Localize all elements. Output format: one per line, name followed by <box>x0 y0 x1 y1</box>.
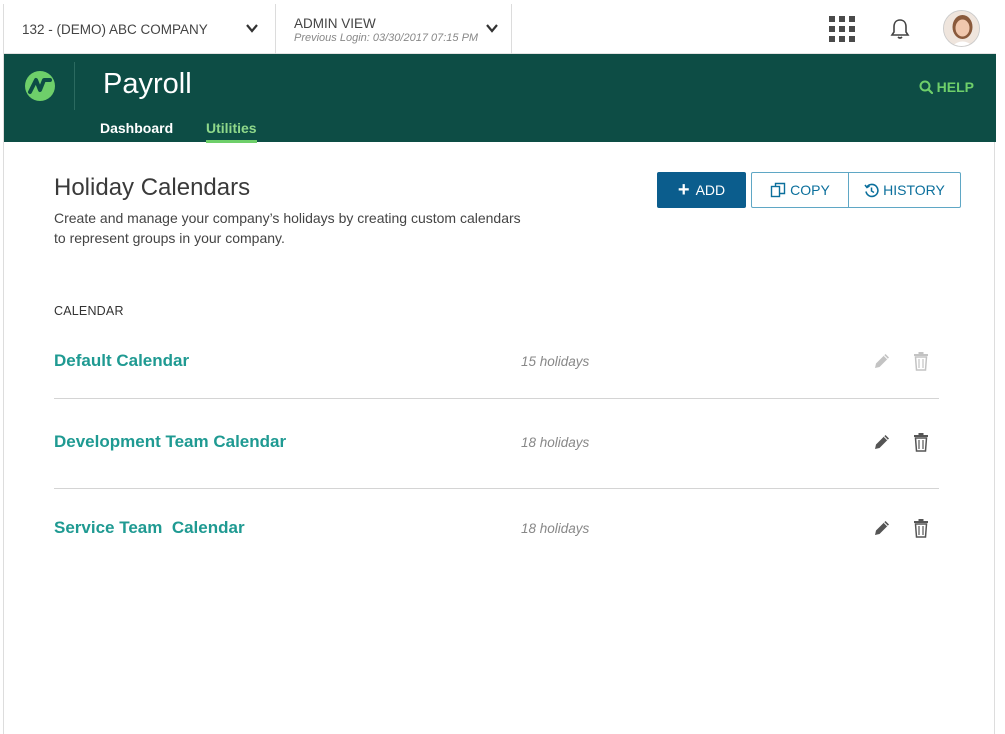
previous-login: Previous Login: 03/30/2017 07:15 PM <box>294 32 479 44</box>
copy-icon <box>770 182 786 198</box>
copy-button[interactable]: COPY <box>752 173 849 207</box>
help-link[interactable]: HELP <box>919 79 974 95</box>
calendar-name-link[interactable]: Default Calendar <box>54 351 189 371</box>
app-frame: 132 - (DEMO) ABC COMPANY ADMIN VIEW Prev… <box>3 4 996 734</box>
tab-dashboard[interactable]: Dashboard <box>100 120 173 136</box>
calendar-name-link[interactable]: Service Team Calendar <box>54 518 245 538</box>
holiday-count: 18 holidays <box>521 521 590 536</box>
trash-icon[interactable] <box>912 518 930 538</box>
history-button[interactable]: HISTORY <box>849 173 960 207</box>
header-divider <box>74 62 75 110</box>
column-header-calendar: CALENDAR <box>54 304 124 318</box>
company-name: 132 - (DEMO) ABC COMPANY <box>22 21 208 37</box>
page-description: Create and manage your company’s holiday… <box>54 210 521 246</box>
history-icon <box>864 183 879 197</box>
view-selector[interactable]: ADMIN VIEW Previous Login: 03/30/2017 07… <box>276 4 512 54</box>
list-item: Service Team Calendar 18 holidays <box>54 508 939 548</box>
history-label: HISTORY <box>883 182 945 198</box>
action-button-group: COPY HISTORY <box>751 172 961 208</box>
bell-icon[interactable] <box>890 18 910 40</box>
copy-label: COPY <box>790 182 830 198</box>
trash-icon[interactable] <box>912 432 930 452</box>
plus-icon: + <box>677 179 690 201</box>
list-item: Default Calendar 15 holidays <box>54 341 939 381</box>
company-selector[interactable]: 132 - (DEMO) ABC COMPANY <box>4 4 276 54</box>
add-label: ADD <box>695 182 726 198</box>
list-item: Development Team Calendar 18 holidays <box>54 422 939 462</box>
page-title: Holiday Calendars <box>54 174 251 201</box>
app-title: Payroll <box>103 68 192 100</box>
search-icon <box>919 80 933 94</box>
chevron-down-icon <box>486 24 498 33</box>
avatar[interactable] <box>943 10 980 47</box>
holiday-count: 15 holidays <box>521 354 590 369</box>
pencil-icon[interactable] <box>872 432 892 452</box>
calendar-name-link[interactable]: Development Team Calendar <box>54 432 286 452</box>
pencil-icon[interactable] <box>872 518 892 538</box>
tab-utilities[interactable]: Utilities <box>206 120 257 143</box>
app-header: Payroll HELP Dashboard Utilities <box>4 54 996 143</box>
logo-icon <box>25 71 55 101</box>
holiday-count: 18 holidays <box>521 435 590 450</box>
top-bar: 132 - (DEMO) ABC COMPANY ADMIN VIEW Prev… <box>4 4 996 54</box>
view-title: ADMIN VIEW <box>294 16 376 31</box>
help-label: HELP <box>936 79 974 95</box>
row-divider <box>54 488 939 489</box>
pencil-icon <box>875 354 889 368</box>
row-divider <box>54 398 939 399</box>
chevron-down-icon <box>246 24 258 33</box>
add-button[interactable]: + ADD <box>657 172 746 208</box>
apps-grid-icon[interactable] <box>829 16 855 42</box>
trash-icon <box>914 352 928 371</box>
